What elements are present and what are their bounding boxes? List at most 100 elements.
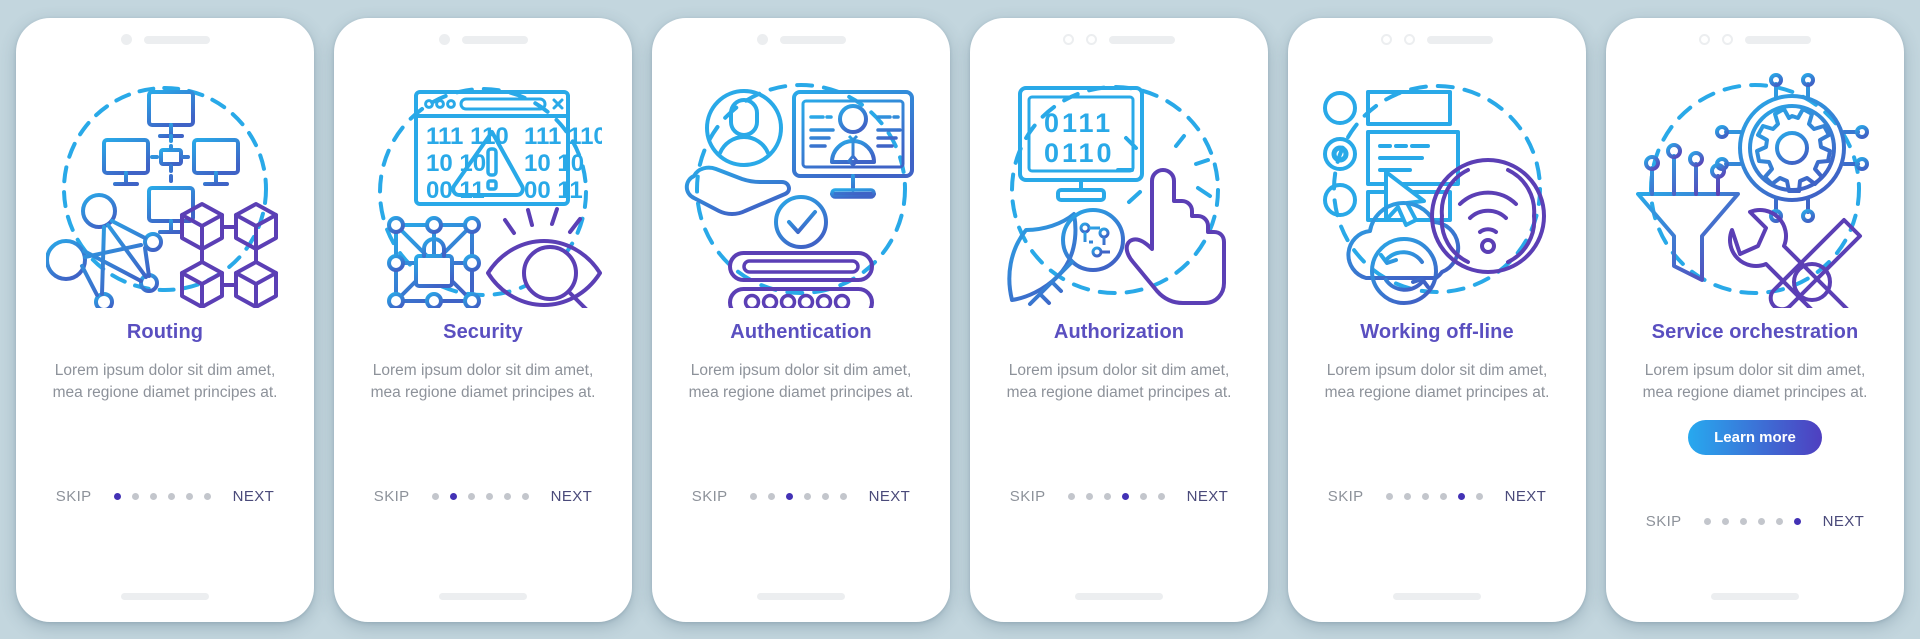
next-button[interactable]: NEXT (869, 488, 911, 505)
progress-dots (749, 492, 847, 500)
camera-dot-icon (438, 34, 450, 45)
onboarding-card-routing: Routing Lorem ipsum dolor sit dim amet, m… (16, 17, 314, 622)
progress-dot-4[interactable] (485, 492, 493, 500)
progress-dot-2[interactable] (767, 492, 775, 500)
skip-button[interactable]: SKIP (692, 488, 728, 505)
home-indicator (1288, 575, 1586, 622)
next-button[interactable]: NEXT (1823, 513, 1865, 530)
next-button[interactable]: NEXT (233, 488, 275, 505)
progress-dot-6[interactable] (521, 492, 529, 500)
home-indicator (652, 575, 950, 622)
svg-text:00 11: 00 11 (524, 177, 583, 204)
working-offline-illustration (1288, 62, 1586, 320)
progress-dot-2[interactable] (1085, 492, 1093, 500)
onboarding-card-security: 111 110 10 10 00 11 111 110 10 10 00 11 Securi… (334, 17, 632, 622)
onboarding-screens-container: Routing Lorem ipsum dolor sit dim amet, m… (0, 0, 1920, 639)
svg-text:0111: 0111 (1044, 108, 1113, 138)
progress-dot-1[interactable] (431, 492, 439, 500)
home-indicator (970, 575, 1268, 622)
phone-status-bar (16, 18, 314, 62)
card-description: Lorem ipsum dolor sit dim amet, mea regi… (370, 361, 596, 401)
authorization-illustration: 01110110 (970, 62, 1268, 320)
progress-dot-5[interactable] (185, 492, 193, 500)
svg-text:0110: 0110 (1044, 138, 1115, 168)
phone-status-bar (1288, 18, 1586, 62)
home-indicator-bar (1711, 592, 1799, 600)
progress-dot-6[interactable] (1157, 492, 1165, 500)
camera-dot-icon (756, 34, 768, 45)
phone-status-bar (652, 18, 950, 62)
working-offline-illustration (1323, 83, 1546, 305)
progress-dot-1[interactable] (1385, 492, 1393, 500)
progress-dot-5[interactable] (821, 492, 829, 500)
skip-button[interactable]: SKIP (1010, 488, 1046, 505)
phone-status-bar (970, 18, 1268, 62)
service-orchestration-illustration (1636, 72, 1869, 308)
progress-dot-3-active[interactable] (785, 492, 793, 500)
progress-dot-2[interactable] (1721, 518, 1729, 526)
camera-dot-icon (120, 34, 132, 45)
onboarding-nav: SKIP NEXT (1606, 499, 1904, 530)
progress-dot-6[interactable] (1475, 492, 1483, 500)
skip-button[interactable]: SKIP (1328, 488, 1364, 505)
home-indicator (1606, 575, 1904, 622)
progress-dot-3[interactable] (1739, 518, 1747, 526)
authentication-illustration (652, 62, 950, 320)
card-title: Service orchestration (1651, 320, 1859, 343)
earpiece-speaker (779, 35, 846, 44)
progress-dot-5[interactable] (1775, 518, 1783, 526)
skip-button[interactable]: SKIP (56, 488, 92, 505)
progress-dot-6[interactable] (203, 492, 211, 500)
progress-dot-1[interactable] (749, 492, 757, 500)
card-title: Routing (126, 320, 204, 343)
progress-dot-5[interactable] (1139, 492, 1147, 500)
onboarding-card-service-orchestration: Service orchestration Lorem ipsum dolor s… (1606, 17, 1904, 622)
progress-dot-3[interactable] (149, 492, 157, 500)
progress-dot-4-active[interactable] (1121, 492, 1129, 500)
card-copy: Working off-line Lorem ipsum dolor sit di… (1288, 320, 1586, 474)
card-copy: Authorization Lorem ipsum dolor sit dim a… (970, 320, 1268, 474)
card-title: Working off-line (1360, 320, 1514, 343)
progress-dot-5[interactable] (503, 492, 511, 500)
card-title: Authorization (1053, 320, 1185, 343)
progress-dot-1-active[interactable] (113, 492, 121, 500)
onboarding-nav: SKIP NEXT (334, 474, 632, 505)
progress-dot-4[interactable] (803, 492, 811, 500)
onboarding-nav: SKIP NEXT (16, 474, 314, 505)
svg-text:10 10: 10 10 (524, 150, 584, 177)
onboarding-nav: SKIP NEXT (1288, 474, 1586, 505)
next-button[interactable]: NEXT (1187, 488, 1229, 505)
progress-dot-2[interactable] (1403, 492, 1411, 500)
progress-dot-6[interactable] (839, 492, 847, 500)
progress-dot-5-active[interactable] (1457, 492, 1465, 500)
progress-dot-3[interactable] (467, 492, 475, 500)
progress-dot-2-active[interactable] (449, 492, 457, 500)
progress-dot-1[interactable] (1703, 518, 1711, 526)
progress-dot-4[interactable] (1439, 492, 1447, 500)
skip-button[interactable]: SKIP (1646, 513, 1682, 530)
progress-dot-3[interactable] (1103, 492, 1111, 500)
card-title: Authentication (730, 320, 872, 343)
camera-ring-icon (1699, 34, 1710, 45)
routing-illustration (46, 85, 278, 308)
card-copy: Routing Lorem ipsum dolor sit dim amet, m… (16, 320, 314, 474)
learn-more-button[interactable]: Learn more (1688, 419, 1822, 455)
next-button[interactable]: NEXT (551, 488, 593, 505)
progress-dot-4[interactable] (167, 492, 175, 500)
onboarding-nav: SKIP NEXT (970, 474, 1268, 505)
progress-dot-2[interactable] (131, 492, 139, 500)
card-title: Security (443, 320, 523, 343)
skip-button[interactable]: SKIP (374, 488, 410, 505)
progress-dot-6-active[interactable] (1793, 518, 1801, 526)
sensor-ring-icon (1404, 34, 1415, 45)
card-copy: Authentication Lorem ipsum dolor sit dim … (652, 320, 950, 474)
authorization-illustration: 01110110 (1007, 84, 1226, 306)
progress-dot-1[interactable] (1067, 492, 1075, 500)
next-button[interactable]: NEXT (1505, 488, 1547, 505)
sensor-ring-icon (1722, 34, 1733, 45)
progress-dot-3[interactable] (1421, 492, 1429, 500)
service-orchestration-illustration (1606, 62, 1904, 320)
progress-dot-4[interactable] (1757, 518, 1765, 526)
